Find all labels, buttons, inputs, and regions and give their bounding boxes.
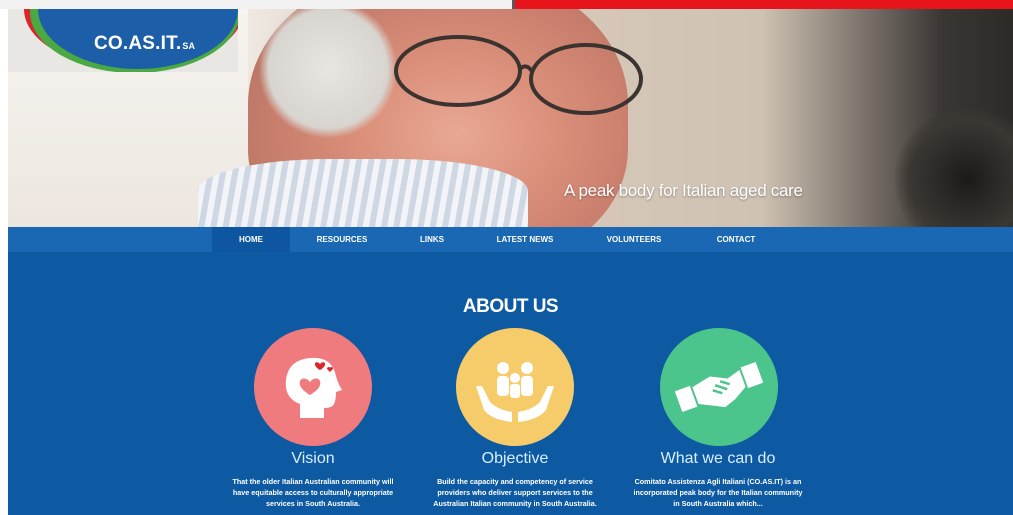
hero-photo-glasses bbox=[394, 35, 643, 115]
vision-text: That the older Italian Australian commun… bbox=[213, 476, 413, 509]
nav-links[interactable]: LINKS bbox=[406, 227, 458, 252]
objective-text: Build the capacity and competency of ser… bbox=[415, 476, 615, 509]
objective-text-line: providers who deliver support services t… bbox=[437, 488, 593, 497]
logo-text: CO.AS.IT.SA bbox=[94, 33, 195, 55]
logo-wordmark: CO.AS.IT. bbox=[94, 33, 182, 54]
logo-suffix: SA bbox=[182, 41, 196, 51]
vision-text-line: services in South Australia. bbox=[265, 499, 360, 508]
main-navigation: HOME RESOURCES LINKS LATEST NEWS VOLUNTE… bbox=[8, 227, 1013, 252]
handshake-icon bbox=[674, 361, 764, 413]
nav-home[interactable]: HOME bbox=[212, 227, 290, 252]
nav-resources[interactable]: RESOURCES bbox=[304, 227, 380, 252]
head-heart-icon bbox=[285, 357, 342, 418]
objective-title: Objective bbox=[481, 450, 549, 467]
site-logo[interactable]: CO.AS.IT.SA bbox=[8, 9, 238, 72]
objective-icon-circle[interactable] bbox=[456, 328, 574, 446]
nav-volunteers[interactable]: VOLUNTEERS bbox=[594, 227, 674, 252]
hero-photo-shirt bbox=[198, 159, 528, 227]
about-heading: ABOUT US bbox=[462, 296, 559, 317]
what-we-can-do-icon-circle[interactable] bbox=[660, 328, 778, 446]
objective-text-line: Build the capacity and competency of ser… bbox=[437, 477, 593, 486]
what-we-can-do-text-line: Comitato Assistenza Agli Italiani (CO.AS… bbox=[634, 477, 802, 486]
what-we-can-do-text-line: incorporated peak body for the Italian c… bbox=[633, 488, 803, 497]
hero-photo-background-figure bbox=[888, 109, 1013, 227]
what-we-can-do-text: Comitato Assistenza Agli Italiani (CO.AS… bbox=[618, 476, 818, 509]
nav-contact[interactable]: CONTACT bbox=[702, 227, 770, 252]
vision-text-line: That the older Italian Australian commun… bbox=[232, 477, 394, 486]
what-we-can-do-title: What we can do bbox=[660, 450, 776, 467]
nav-latest-news[interactable]: LATEST NEWS bbox=[483, 227, 567, 252]
browser-top-strip bbox=[0, 0, 512, 9]
objective-text-line: Australian Italian community in South Au… bbox=[433, 499, 597, 508]
hero-tagline: A peak body for Italian aged care bbox=[564, 181, 803, 200]
vision-text-line: have equitable access to culturally appr… bbox=[232, 488, 394, 497]
what-we-can-do-text-line: in South Australia which... bbox=[673, 499, 763, 508]
vision-title: Vision bbox=[291, 450, 335, 467]
hands-family-icon bbox=[476, 362, 554, 422]
top-accent-bar bbox=[515, 0, 1013, 9]
about-section: ABOUT US Vision That the older Italian A… bbox=[8, 252, 1013, 515]
vision-icon-circle[interactable] bbox=[254, 328, 372, 446]
